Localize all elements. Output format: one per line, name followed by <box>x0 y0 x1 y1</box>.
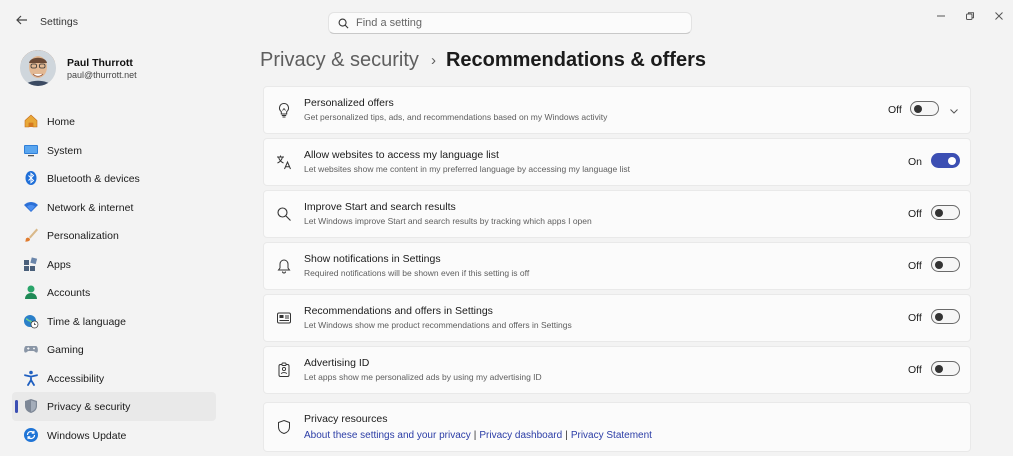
breadcrumb-parent[interactable]: Privacy & security <box>260 49 419 72</box>
sidebar-item-windows-update[interactable]: Windows Update <box>12 421 216 450</box>
back-arrow-icon[interactable] <box>14 12 30 28</box>
sidebar-item-accounts[interactable]: Accounts <box>12 278 216 307</box>
show-notifications-toggle[interactable] <box>931 257 960 272</box>
breadcrumb: Privacy & security › Recommendations & o… <box>260 46 706 74</box>
avatar <box>20 50 56 86</box>
close-button[interactable] <box>989 8 1009 24</box>
search-icon <box>276 206 292 222</box>
language-list-toggle[interactable] <box>931 153 960 168</box>
sidebar-item-privacy-security[interactable]: Privacy & security <box>12 392 216 421</box>
id-badge-icon <box>276 362 292 378</box>
system-icon <box>23 142 39 158</box>
setting-recommendations-offers[interactable]: Recommendations and offers in Settings L… <box>263 294 971 342</box>
toggle-state-label: Off <box>908 208 922 220</box>
restore-button[interactable] <box>960 8 980 24</box>
search-input[interactable] <box>356 15 676 31</box>
sidebar-nav: Home System Bluetooth & devices Network … <box>12 107 216 449</box>
setting-show-notifications[interactable]: Show notifications in Settings Required … <box>263 242 971 290</box>
setting-advertising-id[interactable]: Advertising ID Let apps show me personal… <box>263 346 971 394</box>
recommendations-offers-toggle[interactable] <box>931 309 960 324</box>
profile-email: paul@thurrott.net <box>67 70 137 80</box>
privacy-statement-link[interactable]: Privacy Statement <box>571 430 652 441</box>
about-privacy-link[interactable]: About these settings and your privacy <box>304 430 471 441</box>
selection-indicator <box>15 400 18 413</box>
search-box[interactable] <box>328 12 692 34</box>
sidebar-item-time-language[interactable]: Time & language <box>12 307 216 336</box>
sidebar-item-home[interactable]: Home <box>12 107 216 136</box>
privacy-dashboard-link[interactable]: Privacy dashboard <box>479 430 562 441</box>
toggle-state-label: On <box>908 156 923 168</box>
brush-icon <box>23 227 39 243</box>
user-profile[interactable]: Paul Thurrott paul@thurrott.net <box>20 50 240 90</box>
shield-icon <box>276 419 292 435</box>
app-title: Settings <box>40 16 78 28</box>
resources-title: Privacy resources <box>304 413 388 425</box>
accounts-icon <box>23 284 39 300</box>
home-icon <box>23 113 39 129</box>
network-icon <box>23 199 39 215</box>
personalized-offers-toggle[interactable] <box>910 101 939 116</box>
toggle-state-label: Off <box>908 260 922 272</box>
advertising-id-toggle[interactable] <box>931 361 960 376</box>
page-title: Recommendations & offers <box>445 48 706 71</box>
setting-personalized-offers[interactable]: Personalized offers Get personalized tip… <box>263 86 971 134</box>
setting-improve-start-search[interactable]: Improve Start and search results Let Win… <box>263 190 971 238</box>
sidebar-item-apps[interactable]: Apps <box>12 250 216 279</box>
sidebar-item-network[interactable]: Network & internet <box>12 193 216 222</box>
update-icon <box>23 427 39 443</box>
minimize-button[interactable] <box>931 8 951 24</box>
lightbulb-icon <box>276 102 292 118</box>
gamepad-icon <box>23 341 39 357</box>
sidebar-item-gaming[interactable]: Gaming <box>12 335 216 364</box>
toggle-state-label: Off <box>908 312 922 324</box>
sidebar-item-accessibility[interactable]: Accessibility <box>12 364 216 393</box>
apps-icon <box>23 256 39 272</box>
globe-clock-icon <box>23 313 39 329</box>
resources-links: About these settings and your privacy | Pr… <box>304 430 652 441</box>
title-bar: Settings <box>0 0 1013 44</box>
recommendations-icon <box>276 310 292 326</box>
shield-icon <box>23 398 39 414</box>
chevron-down-icon[interactable] <box>948 104 960 116</box>
sidebar-item-bluetooth[interactable]: Bluetooth & devices <box>12 164 216 193</box>
profile-name: Paul Thurrott <box>67 57 133 69</box>
sidebar-item-personalization[interactable]: Personalization <box>12 221 216 250</box>
sidebar-item-system[interactable]: System <box>12 136 216 165</box>
toggle-state-label: Off <box>888 104 902 116</box>
search-icon <box>338 18 349 29</box>
language-icon <box>276 154 292 170</box>
accessibility-icon <box>23 370 39 386</box>
bell-icon <box>276 258 292 274</box>
setting-language-list[interactable]: Allow websites to access my language lis… <box>263 138 971 186</box>
improve-start-search-toggle[interactable] <box>931 205 960 220</box>
privacy-resources-card: Privacy resources About these settings a… <box>263 402 971 452</box>
toggle-state-label: Off <box>908 364 922 376</box>
bluetooth-icon <box>23 170 39 186</box>
breadcrumb-separator: › <box>430 51 436 69</box>
